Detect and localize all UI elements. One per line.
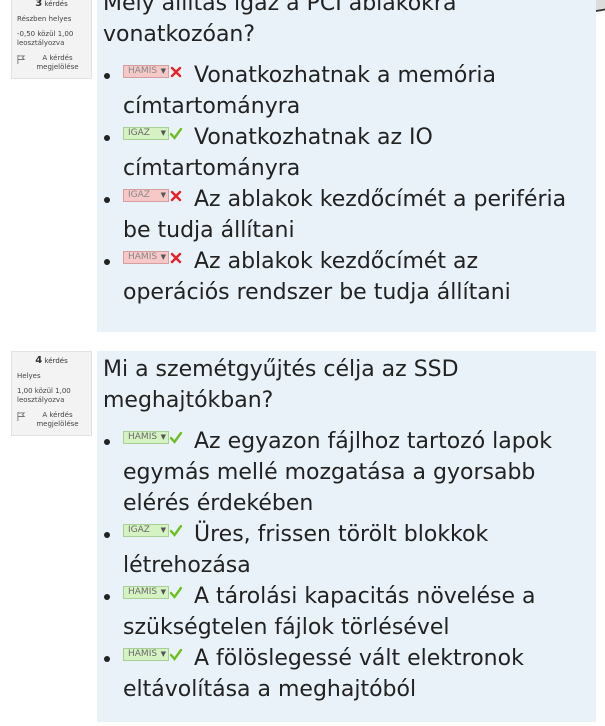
answer-item: IGAZ▼Az ablakok kezdőcímét a periféria b… xyxy=(123,184,586,246)
question-text: Mi a szemétgyűjtés célja az SSD meghajtó… xyxy=(103,357,459,413)
flag-icon xyxy=(17,412,26,422)
answer-item: HAMIS▼A fölöslegessé vált elektronok elt… xyxy=(123,643,586,705)
chevron-down-icon: ▼ xyxy=(160,432,166,441)
question-info-3: 3 kérdés Részben helyes -0,50 közül 1,00… xyxy=(11,0,92,80)
incorrect-x-icon xyxy=(170,190,182,202)
question-state: Részben helyes xyxy=(17,15,72,23)
answer-select[interactable]: IGAZ ▼ xyxy=(123,523,169,537)
question-number: 4 kérdés xyxy=(35,355,68,366)
question-text: Mely állítás igaz a PCI ablakokra vonatk… xyxy=(103,0,457,47)
flag-question-button[interactable]: A kérdés megjelölése xyxy=(17,54,86,72)
chevron-down-icon: ▼ xyxy=(160,190,166,199)
answer-item: HAMIS▼Az ablakok kezdőcímét az operációs… xyxy=(123,246,586,308)
answer-select[interactable]: HAMIS ▼ xyxy=(123,64,169,78)
chevron-down-icon: ▼ xyxy=(160,66,166,75)
chevron-down-icon: ▼ xyxy=(160,587,166,596)
answer-select[interactable]: HAMIS ▼ xyxy=(123,647,169,661)
correct-check-icon xyxy=(170,587,182,599)
answer-item: IGAZ▼Üres, frissen törölt blokkok létreh… xyxy=(123,519,586,581)
correct-check-icon xyxy=(170,128,182,140)
question-grade: 1,00 közül 1,00 leosztályozva xyxy=(17,387,71,405)
question-info-4: 4 kérdés Helyes 1,00 közül 1,00 leosztál… xyxy=(11,351,92,437)
answer-item: HAMIS▼A tárolási kapacitás növelése a sz… xyxy=(123,581,586,643)
answer-select[interactable]: HAMIS ▼ xyxy=(123,585,169,599)
correct-check-icon xyxy=(170,525,182,537)
answer-select[interactable]: HAMIS ▼ xyxy=(123,250,169,264)
flag-icon xyxy=(17,55,26,65)
question-grade: -0,50 közül 1,00 leosztályozva xyxy=(17,30,74,48)
answer-select[interactable]: IGAZ ▼ xyxy=(123,188,169,202)
answer-select[interactable]: IGAZ ▼ xyxy=(123,126,169,140)
answer-item: IGAZ▼Vonatkozhatnak az IO címtartományra xyxy=(123,122,586,184)
answer-item: HAMIS▼Az egyazon fájlhoz tartozó lapok e… xyxy=(123,426,586,519)
chevron-down-icon: ▼ xyxy=(160,649,166,658)
flag-label: A kérdés megjelölése xyxy=(36,411,79,429)
question-body-4: Mi a szemétgyűjtés célja az SSD meghajtó… xyxy=(97,351,596,722)
incorrect-x-icon xyxy=(170,252,182,264)
incorrect-x-icon xyxy=(170,66,182,78)
answer-item: HAMIS▼Vonatkozhatnak a memória címtartom… xyxy=(123,60,586,122)
correct-check-icon xyxy=(170,432,182,444)
chevron-down-icon: ▼ xyxy=(160,525,166,534)
correct-check-icon xyxy=(170,649,182,661)
answer-list: HAMIS▼Az egyazon fájlhoz tartozó lapok e… xyxy=(103,426,586,705)
question-body-3: Mely állítás igaz a PCI ablakokra vonatk… xyxy=(97,0,596,332)
flag-question-button[interactable]: A kérdés megjelölése xyxy=(17,411,86,429)
answer-text: A tárolási kapacitás növelése a szükségt… xyxy=(123,584,536,640)
chevron-down-icon: ▼ xyxy=(160,128,166,137)
answer-list: HAMIS▼Vonatkozhatnak a memória címtartom… xyxy=(103,60,586,308)
question-number: 3 kérdés xyxy=(35,0,68,9)
answer-select[interactable]: HAMIS ▼ xyxy=(123,430,169,444)
question-state: Helyes xyxy=(17,372,41,380)
answer-text: Az egyazon fájlhoz tartozó lapok egymás … xyxy=(123,429,552,516)
answer-text: Az ablakok kezdőcímét a periféria be tud… xyxy=(123,187,567,243)
flag-label: A kérdés megjelölése xyxy=(36,54,79,72)
answer-text: A fölöslegessé vált elektronok eltávolít… xyxy=(123,646,524,702)
chevron-down-icon: ▼ xyxy=(160,252,166,261)
